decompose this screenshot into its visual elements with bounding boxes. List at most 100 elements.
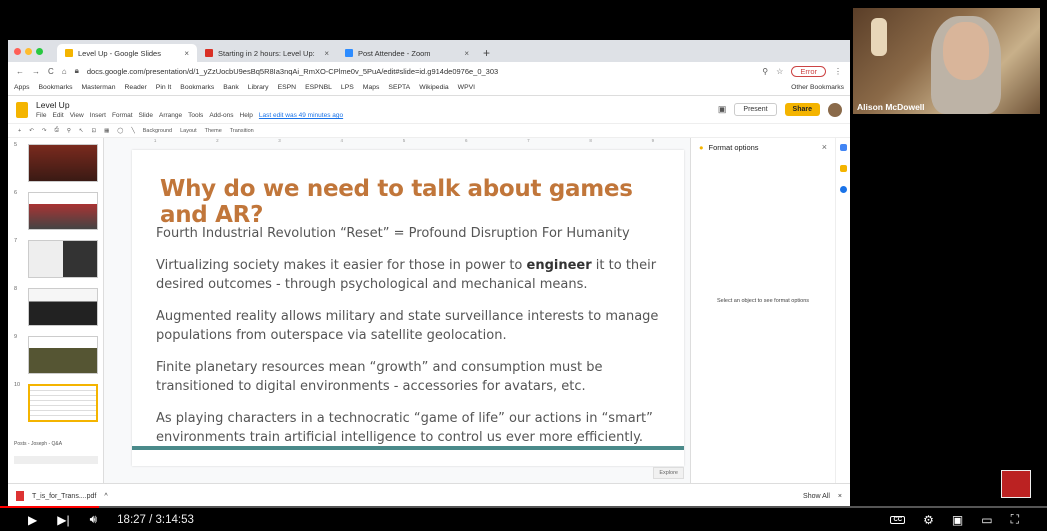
theme-button[interactable]: Theme xyxy=(205,128,222,134)
bookmark-item[interactable]: Apps xyxy=(14,84,30,91)
maximize-window-icon[interactable] xyxy=(36,47,43,55)
show-all-button[interactable]: Show All xyxy=(803,493,830,500)
menu-addons[interactable]: Add-ons xyxy=(209,112,233,119)
slide-thumbnail[interactable] xyxy=(28,144,98,182)
slide-filmstrip: 5 6 7 8 9 10 Posts - Joseph - Q&A xyxy=(8,138,104,483)
channel-watermark-logo[interactable] xyxy=(1001,470,1031,498)
print-icon[interactable]: ⎙ xyxy=(54,127,58,134)
close-tab-icon[interactable]: × xyxy=(324,49,329,58)
tab-label: Level Up - Google Slides xyxy=(78,48,161,58)
tab-slides[interactable]: Level Up - Google Slides × xyxy=(57,44,197,62)
back-icon[interactable]: ← xyxy=(16,67,24,76)
captions-icon[interactable]: CC xyxy=(890,515,906,524)
menu-format[interactable]: Format xyxy=(112,112,133,119)
forward-icon[interactable]: → xyxy=(32,67,40,76)
bookmark-item[interactable]: SEPTA xyxy=(388,84,410,91)
miniplayer-icon[interactable]: ▣ xyxy=(952,513,963,527)
next-icon[interactable]: ▶| xyxy=(57,513,69,527)
slide-thumbnail[interactable] xyxy=(28,192,98,230)
slide-thumbnail[interactable] xyxy=(28,288,98,326)
add-icon[interactable]: + xyxy=(18,128,21,134)
menu-edit[interactable]: Edit xyxy=(52,112,63,119)
menu-insert[interactable]: Insert xyxy=(90,112,106,119)
close-window-icon[interactable] xyxy=(14,47,21,55)
bookmarks-bar: Apps Bookmarks Masterman Reader Pin It B… xyxy=(8,80,850,96)
bookmark-item[interactable]: ESPN xyxy=(278,84,297,91)
textbox-icon[interactable]: ⊡ xyxy=(91,128,96,134)
play-icon[interactable]: ▶ xyxy=(28,513,37,527)
bookmark-item[interactable]: Reader xyxy=(125,84,147,91)
bookmark-item[interactable]: LPS xyxy=(341,84,354,91)
bookmark-item[interactable]: Pin It xyxy=(156,84,172,91)
fullscreen-icon[interactable]: ⛶ xyxy=(1011,512,1019,527)
menu-slide[interactable]: Slide xyxy=(139,112,153,119)
bookmark-item[interactable]: Bookmarks xyxy=(180,84,214,91)
minimize-window-icon[interactable] xyxy=(25,47,32,55)
slide-bullet: Finite planetary resources mean “growth”… xyxy=(156,360,603,394)
close-tab-icon[interactable]: × xyxy=(464,49,469,58)
bookmark-item[interactable]: Library xyxy=(248,84,269,91)
present-button[interactable]: Present xyxy=(734,103,777,116)
calendar-icon[interactable] xyxy=(839,144,847,151)
menu-help[interactable]: Help xyxy=(240,112,253,119)
document-title[interactable]: Level Up xyxy=(36,100,343,110)
tab-gmail[interactable]: Starting in 2 hours: Level Up: × xyxy=(197,44,337,62)
current-slide[interactable]: Why do we need to talk about games and A… xyxy=(132,150,684,466)
image-icon[interactable]: ▦ xyxy=(104,128,109,134)
shape-icon[interactable]: ◯ xyxy=(117,128,123,134)
format-options-panel: ● Format options × Select an object to s… xyxy=(690,138,835,483)
home-icon[interactable]: ⌂ xyxy=(62,67,67,76)
slides-logo-icon[interactable] xyxy=(16,101,28,118)
layout-button[interactable]: Layout xyxy=(180,128,197,134)
slide-title: Why do we need to talk about games and A… xyxy=(160,176,633,228)
undo-icon[interactable]: ↶ xyxy=(29,128,34,134)
tasks-icon[interactable] xyxy=(839,186,847,193)
filmstrip-scrollbar[interactable] xyxy=(14,456,98,464)
star-icon[interactable]: ☆ xyxy=(776,67,783,76)
gmail-tab-icon xyxy=(205,49,213,57)
slide-bullet: Virtualizing society makes it easier for… xyxy=(156,256,676,294)
theater-mode-icon[interactable]: ▭ xyxy=(981,513,992,527)
background-button[interactable]: Background xyxy=(143,128,172,134)
close-icon[interactable]: × xyxy=(838,493,842,500)
settings-gear-icon[interactable]: ⚙ xyxy=(923,513,934,527)
menu-icon[interactable]: ⋮ xyxy=(834,67,842,76)
share-button[interactable]: Share xyxy=(784,103,820,116)
menu-file[interactable]: File xyxy=(36,112,46,119)
bookmark-item[interactable]: ESPNBL xyxy=(305,84,332,91)
bookmark-item[interactable]: Masterman xyxy=(82,84,116,91)
close-icon[interactable]: × xyxy=(822,142,827,152)
redo-icon[interactable]: ↷ xyxy=(42,128,47,134)
bookmark-item[interactable]: WPVI xyxy=(458,84,475,91)
bookmark-item[interactable]: Maps xyxy=(363,84,380,91)
other-bookmarks[interactable]: Other Bookmarks xyxy=(791,84,844,91)
explore-button[interactable]: Explore xyxy=(653,467,684,479)
comment-icon[interactable]: ▣ xyxy=(718,104,727,115)
slide-thumbnail[interactable] xyxy=(28,336,98,374)
avatar[interactable] xyxy=(828,102,842,117)
select-tool-icon[interactable]: ↖ xyxy=(79,128,84,134)
bookmark-item[interactable]: Bank xyxy=(223,84,239,91)
last-edit-link[interactable]: Last edit was 49 minutes ago xyxy=(259,112,343,119)
bookmark-item[interactable]: Wikipedia xyxy=(419,84,448,91)
slide-thumbnail-selected[interactable] xyxy=(28,384,98,422)
transition-button[interactable]: Transition xyxy=(230,128,254,134)
url-field[interactable]: docs.google.com/presentation/d/1_yZzUocb… xyxy=(87,67,754,76)
reload-icon[interactable]: C xyxy=(48,67,54,76)
menu-arrange[interactable]: Arrange xyxy=(159,112,182,119)
tab-zoom[interactable]: Post Attendee - Zoom × xyxy=(337,44,477,62)
line-icon[interactable]: ╲ xyxy=(131,128,134,134)
download-file-name[interactable]: T_is_for_Trans....pdf xyxy=(32,493,96,500)
bookmark-item[interactable]: Bookmarks xyxy=(39,84,73,91)
slide-thumbnail[interactable] xyxy=(28,240,98,278)
keep-icon[interactable] xyxy=(839,165,847,172)
profile-error-button[interactable]: Error xyxy=(791,65,826,77)
chevron-up-icon[interactable]: ^ xyxy=(104,493,107,500)
volume-icon[interactable]: 🔊︎ xyxy=(90,512,98,527)
close-tab-icon[interactable]: × xyxy=(184,49,189,58)
new-tab-button[interactable]: + xyxy=(477,44,496,62)
zoom-icon[interactable]: ⚲ xyxy=(762,67,768,76)
menu-view[interactable]: View xyxy=(70,112,84,119)
menu-tools[interactable]: Tools xyxy=(188,112,203,119)
zoom-select-icon[interactable]: ⚲ xyxy=(67,128,71,134)
